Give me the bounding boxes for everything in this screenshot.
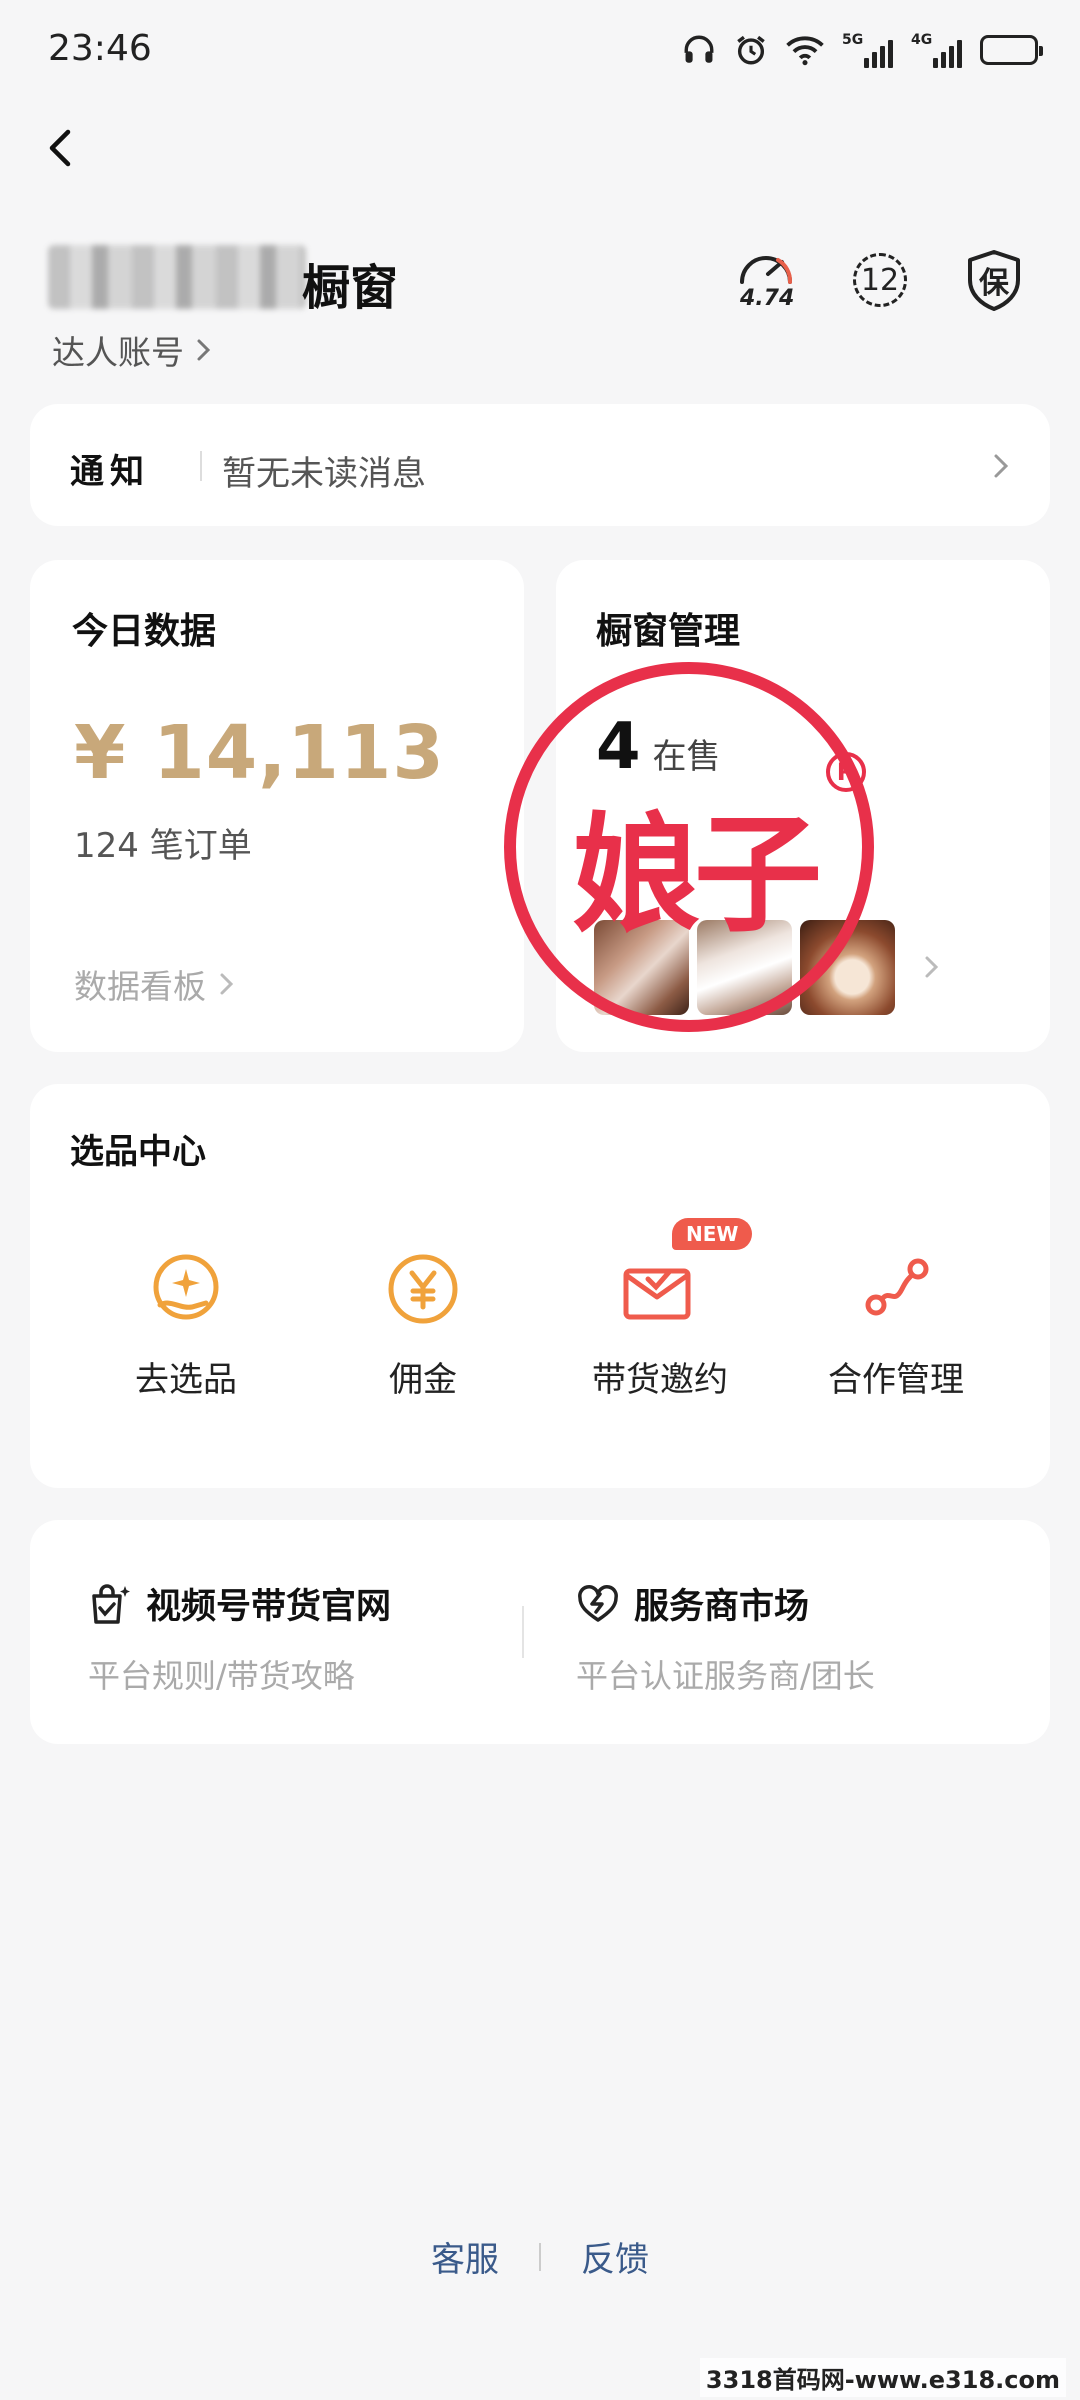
commission-button[interactable]: 佣金: [323, 1244, 523, 1401]
service-market-subtitle: 平台认证服务商/团长: [576, 1657, 875, 1695]
today-data-card[interactable]: 今日数据 ¥ 14,113 124 笔订单 数据看板: [30, 560, 524, 1052]
chevron-right-icon: [925, 956, 939, 978]
wifi-icon: [786, 33, 824, 67]
guarantee-button[interactable]: 保: [962, 248, 1026, 312]
order-count: 124 笔订单: [74, 826, 252, 866]
score-value: 4.74: [740, 286, 795, 311]
level-button[interactable]: 12: [848, 248, 912, 312]
chevron-right-icon: [197, 339, 211, 361]
battery-icon: [980, 35, 1043, 65]
official-site-link[interactable]: 视频号带货官网 平台规则/带货攻略: [88, 1578, 391, 1697]
service-market-title: 服务商市场: [634, 1587, 810, 1627]
sales-amount: ¥ 14,113: [74, 710, 445, 796]
registered-mark-icon: R: [826, 752, 866, 792]
shopping-bag-icon: [92, 1583, 130, 1624]
links-card: 视频号带货官网 平台规则/带货攻略 服务商市场 平台认证服务商/团长: [30, 1520, 1050, 1744]
blurred-shop-name: [48, 245, 306, 309]
signal-5g-icon: 5G: [842, 32, 893, 68]
dashboard-link[interactable]: 数据看板: [74, 960, 236, 1008]
feedback-link[interactable]: 反馈: [581, 2232, 649, 2281]
alarm-icon: [734, 33, 768, 67]
invite-envelope-icon: [623, 1268, 691, 1320]
invitation-label: 带货邀约: [592, 1360, 728, 1400]
select-products-label: 去选品: [135, 1360, 237, 1400]
guarantee-label: 保: [979, 266, 1009, 301]
service-market-link[interactable]: 服务商市场 平台认证服务商/团长: [576, 1578, 875, 1697]
commission-label: 佣金: [389, 1360, 457, 1400]
official-site-title: 视频号带货官网: [146, 1587, 392, 1627]
cooperation-management-label: 合作管理: [828, 1360, 964, 1400]
page-title: 橱窗: [302, 260, 399, 316]
status-bar: 23:46 5G 4G: [0, 0, 1080, 100]
heart-handshake-icon: [578, 1584, 618, 1622]
yuan-coin-icon: [388, 1254, 458, 1324]
window-management-title: 橱窗管理: [596, 611, 741, 652]
cooperation-path-icon: [865, 1258, 929, 1316]
chevron-right-icon: [220, 973, 234, 995]
watermark-stamp: 娘子: [504, 662, 874, 1032]
status-icons: 5G 4G: [682, 28, 1043, 72]
footer: 客服 反馈: [0, 2232, 1080, 2281]
invitation-button[interactable]: NEW 带货邀约: [560, 1218, 760, 1401]
back-arrow-icon: [49, 129, 71, 167]
watermark-text: 娘子: [572, 801, 822, 950]
signal-4g-icon: 4G: [911, 32, 962, 68]
cooperation-management-button[interactable]: 合作管理: [796, 1244, 996, 1401]
new-badge: NEW: [672, 1218, 753, 1250]
select-products-button[interactable]: 去选品: [86, 1244, 286, 1401]
site-watermark: 3318首码网-www.e318.com: [699, 2358, 1066, 2397]
registered-mark-letter: R: [836, 758, 856, 786]
notice-label: 通知: [70, 452, 150, 492]
today-data-title: 今日数据: [72, 611, 217, 652]
net-4g-label: 4G: [911, 32, 933, 48]
notice-text: 暂无未读消息: [222, 454, 426, 494]
hand-star-icon: [153, 1254, 219, 1320]
net-5g-label: 5G: [842, 32, 864, 48]
notice-card[interactable]: 通知 暂无未读消息: [30, 404, 1050, 526]
chevron-right-icon: [994, 454, 1009, 478]
headphones-icon: [682, 33, 716, 67]
gauge-icon: [740, 256, 793, 284]
level-badge-icon: 12: [853, 253, 907, 307]
status-time: 23:46: [48, 28, 152, 69]
customer-service-link[interactable]: 客服: [431, 2232, 499, 2281]
dashboard-link-label: 数据看板: [74, 967, 206, 1006]
select-center-card: 选品中心 去选品 佣金 NEW 带货邀约 合作管理: [30, 1084, 1050, 1488]
account-type-label: 达人账号: [52, 333, 184, 372]
notice-divider: [200, 451, 202, 481]
select-center-title: 选品中心: [70, 1132, 206, 1172]
level-value: 12: [860, 262, 900, 298]
account-type-link[interactable]: 达人账号: [52, 326, 214, 374]
links-divider: [522, 1606, 524, 1658]
back-button[interactable]: [30, 118, 90, 178]
official-site-subtitle: 平台规则/带货攻略: [88, 1657, 355, 1695]
footer-divider: [539, 2242, 541, 2271]
